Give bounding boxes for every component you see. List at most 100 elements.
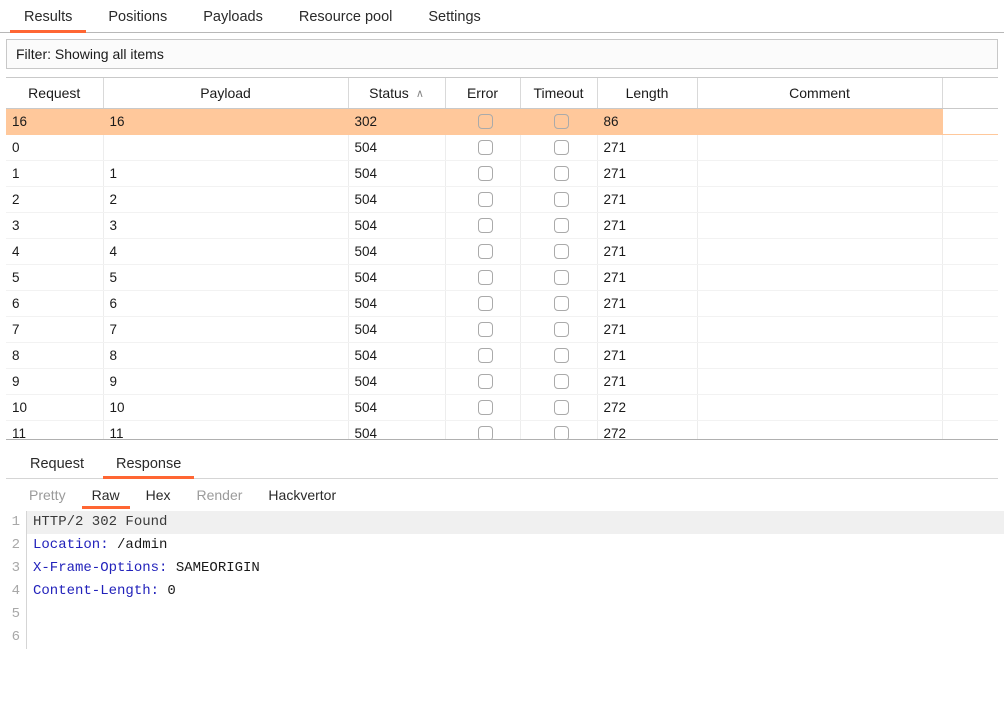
cell-status: 504	[348, 369, 445, 395]
cell-error-checkbox[interactable]	[478, 192, 493, 207]
cell-error-checkbox[interactable]	[478, 374, 493, 389]
cell-error-checkbox[interactable]	[478, 322, 493, 337]
cell-filler	[942, 395, 998, 421]
table-row[interactable]: 161630286	[6, 109, 998, 135]
cell-error-checkbox[interactable]	[478, 400, 493, 415]
cell-timeout-checkbox[interactable]	[554, 114, 569, 129]
cell-timeout[interactable]	[520, 109, 597, 135]
cell-error[interactable]	[445, 395, 520, 421]
cell-timeout-checkbox[interactable]	[554, 348, 569, 363]
table-row[interactable]: 77504271	[6, 317, 998, 343]
cell-timeout[interactable]	[520, 265, 597, 291]
tab-raw[interactable]: Raw	[79, 488, 133, 509]
cell-error[interactable]	[445, 317, 520, 343]
cell-payload	[103, 135, 348, 161]
tab-results[interactable]: Results	[6, 10, 90, 33]
table-row[interactable]: 0504271	[6, 135, 998, 161]
tab-request[interactable]: Request	[14, 457, 100, 479]
cell-timeout[interactable]	[520, 187, 597, 213]
column-header-error[interactable]: Error	[445, 78, 520, 109]
table-row[interactable]: 44504271	[6, 239, 998, 265]
cell-error-checkbox[interactable]	[478, 296, 493, 311]
cell-timeout-checkbox[interactable]	[554, 322, 569, 337]
tab-pretty[interactable]: Pretty	[16, 488, 79, 509]
message-tab-bar: Request Response	[6, 448, 998, 479]
filter-label: Filter: Showing all items	[16, 46, 164, 62]
table-row[interactable]: 66504271	[6, 291, 998, 317]
cell-timeout-checkbox[interactable]	[554, 192, 569, 207]
cell-error[interactable]	[445, 265, 520, 291]
cell-timeout-checkbox[interactable]	[554, 400, 569, 415]
cell-error-checkbox[interactable]	[478, 140, 493, 155]
cell-error-checkbox[interactable]	[478, 270, 493, 285]
cell-timeout[interactable]	[520, 291, 597, 317]
cell-timeout-checkbox[interactable]	[554, 166, 569, 181]
cell-timeout[interactable]	[520, 135, 597, 161]
filter-bar[interactable]: Filter: Showing all items	[6, 39, 998, 69]
header-name: Location:	[33, 537, 109, 553]
cell-timeout-checkbox[interactable]	[554, 296, 569, 311]
cell-error[interactable]	[445, 161, 520, 187]
response-editor[interactable]: 123456 HTTP/2 302 FoundLocation: /adminX…	[0, 511, 1004, 689]
cell-error-checkbox[interactable]	[478, 166, 493, 181]
cell-error[interactable]	[445, 239, 520, 265]
table-row[interactable]: 33504271	[6, 213, 998, 239]
cell-timeout-checkbox[interactable]	[554, 270, 569, 285]
cell-payload: 4	[103, 239, 348, 265]
cell-timeout[interactable]	[520, 161, 597, 187]
cell-timeout[interactable]	[520, 317, 597, 343]
cell-timeout[interactable]	[520, 213, 597, 239]
column-header-timeout-label: Timeout	[533, 85, 583, 101]
table-row[interactable]: 55504271	[6, 265, 998, 291]
column-header-timeout[interactable]: Timeout	[520, 78, 597, 109]
results-table-container[interactable]: Request Payload Status∧ Error Timeout Le…	[6, 77, 998, 443]
cell-timeout-checkbox[interactable]	[554, 374, 569, 389]
cell-error-checkbox[interactable]	[478, 114, 493, 129]
column-header-request[interactable]: Request	[6, 78, 103, 109]
table-row[interactable]: 88504271	[6, 343, 998, 369]
cell-timeout[interactable]	[520, 369, 597, 395]
cell-payload: 6	[103, 291, 348, 317]
tab-hackvertor[interactable]: Hackvertor	[255, 488, 349, 509]
cell-timeout[interactable]	[520, 343, 597, 369]
table-row[interactable]: 22504271	[6, 187, 998, 213]
tab-positions[interactable]: Positions	[90, 10, 185, 33]
tab-resource-pool[interactable]: Resource pool	[281, 10, 411, 33]
cell-error[interactable]	[445, 343, 520, 369]
column-header-comment[interactable]: Comment	[697, 78, 942, 109]
cell-timeout[interactable]	[520, 239, 597, 265]
table-bottom-edge	[6, 439, 998, 443]
cell-error-checkbox[interactable]	[478, 244, 493, 259]
table-row[interactable]: 99504271	[6, 369, 998, 395]
cell-error[interactable]	[445, 369, 520, 395]
cell-error[interactable]	[445, 291, 520, 317]
tab-response[interactable]: Response	[100, 457, 197, 479]
cell-comment	[697, 395, 942, 421]
column-header-status[interactable]: Status∧	[348, 78, 445, 109]
cell-timeout-checkbox[interactable]	[554, 244, 569, 259]
column-header-payload[interactable]: Payload	[103, 78, 348, 109]
tab-results-label: Results	[24, 9, 72, 25]
cell-error[interactable]	[445, 213, 520, 239]
cell-length: 272	[597, 395, 697, 421]
cell-timeout-checkbox[interactable]	[554, 218, 569, 233]
table-row[interactable]: 1010504272	[6, 395, 998, 421]
column-header-length[interactable]: Length	[597, 78, 697, 109]
cell-payload: 5	[103, 265, 348, 291]
cell-status: 504	[348, 161, 445, 187]
response-code-area[interactable]: HTTP/2 302 FoundLocation: /adminX-Frame-…	[27, 511, 1004, 649]
cell-error-checkbox[interactable]	[478, 348, 493, 363]
table-row[interactable]: 11504271	[6, 161, 998, 187]
cell-timeout-checkbox[interactable]	[554, 140, 569, 155]
cell-error-checkbox[interactable]	[478, 218, 493, 233]
cell-error[interactable]	[445, 109, 520, 135]
tab-hex[interactable]: Hex	[133, 488, 184, 509]
cell-timeout[interactable]	[520, 395, 597, 421]
tab-payloads[interactable]: Payloads	[185, 10, 281, 33]
blank-line	[33, 629, 41, 645]
cell-error[interactable]	[445, 187, 520, 213]
tab-settings[interactable]: Settings	[410, 10, 498, 33]
tab-request-label: Request	[30, 456, 84, 472]
tab-render[interactable]: Render	[184, 488, 256, 509]
cell-error[interactable]	[445, 135, 520, 161]
